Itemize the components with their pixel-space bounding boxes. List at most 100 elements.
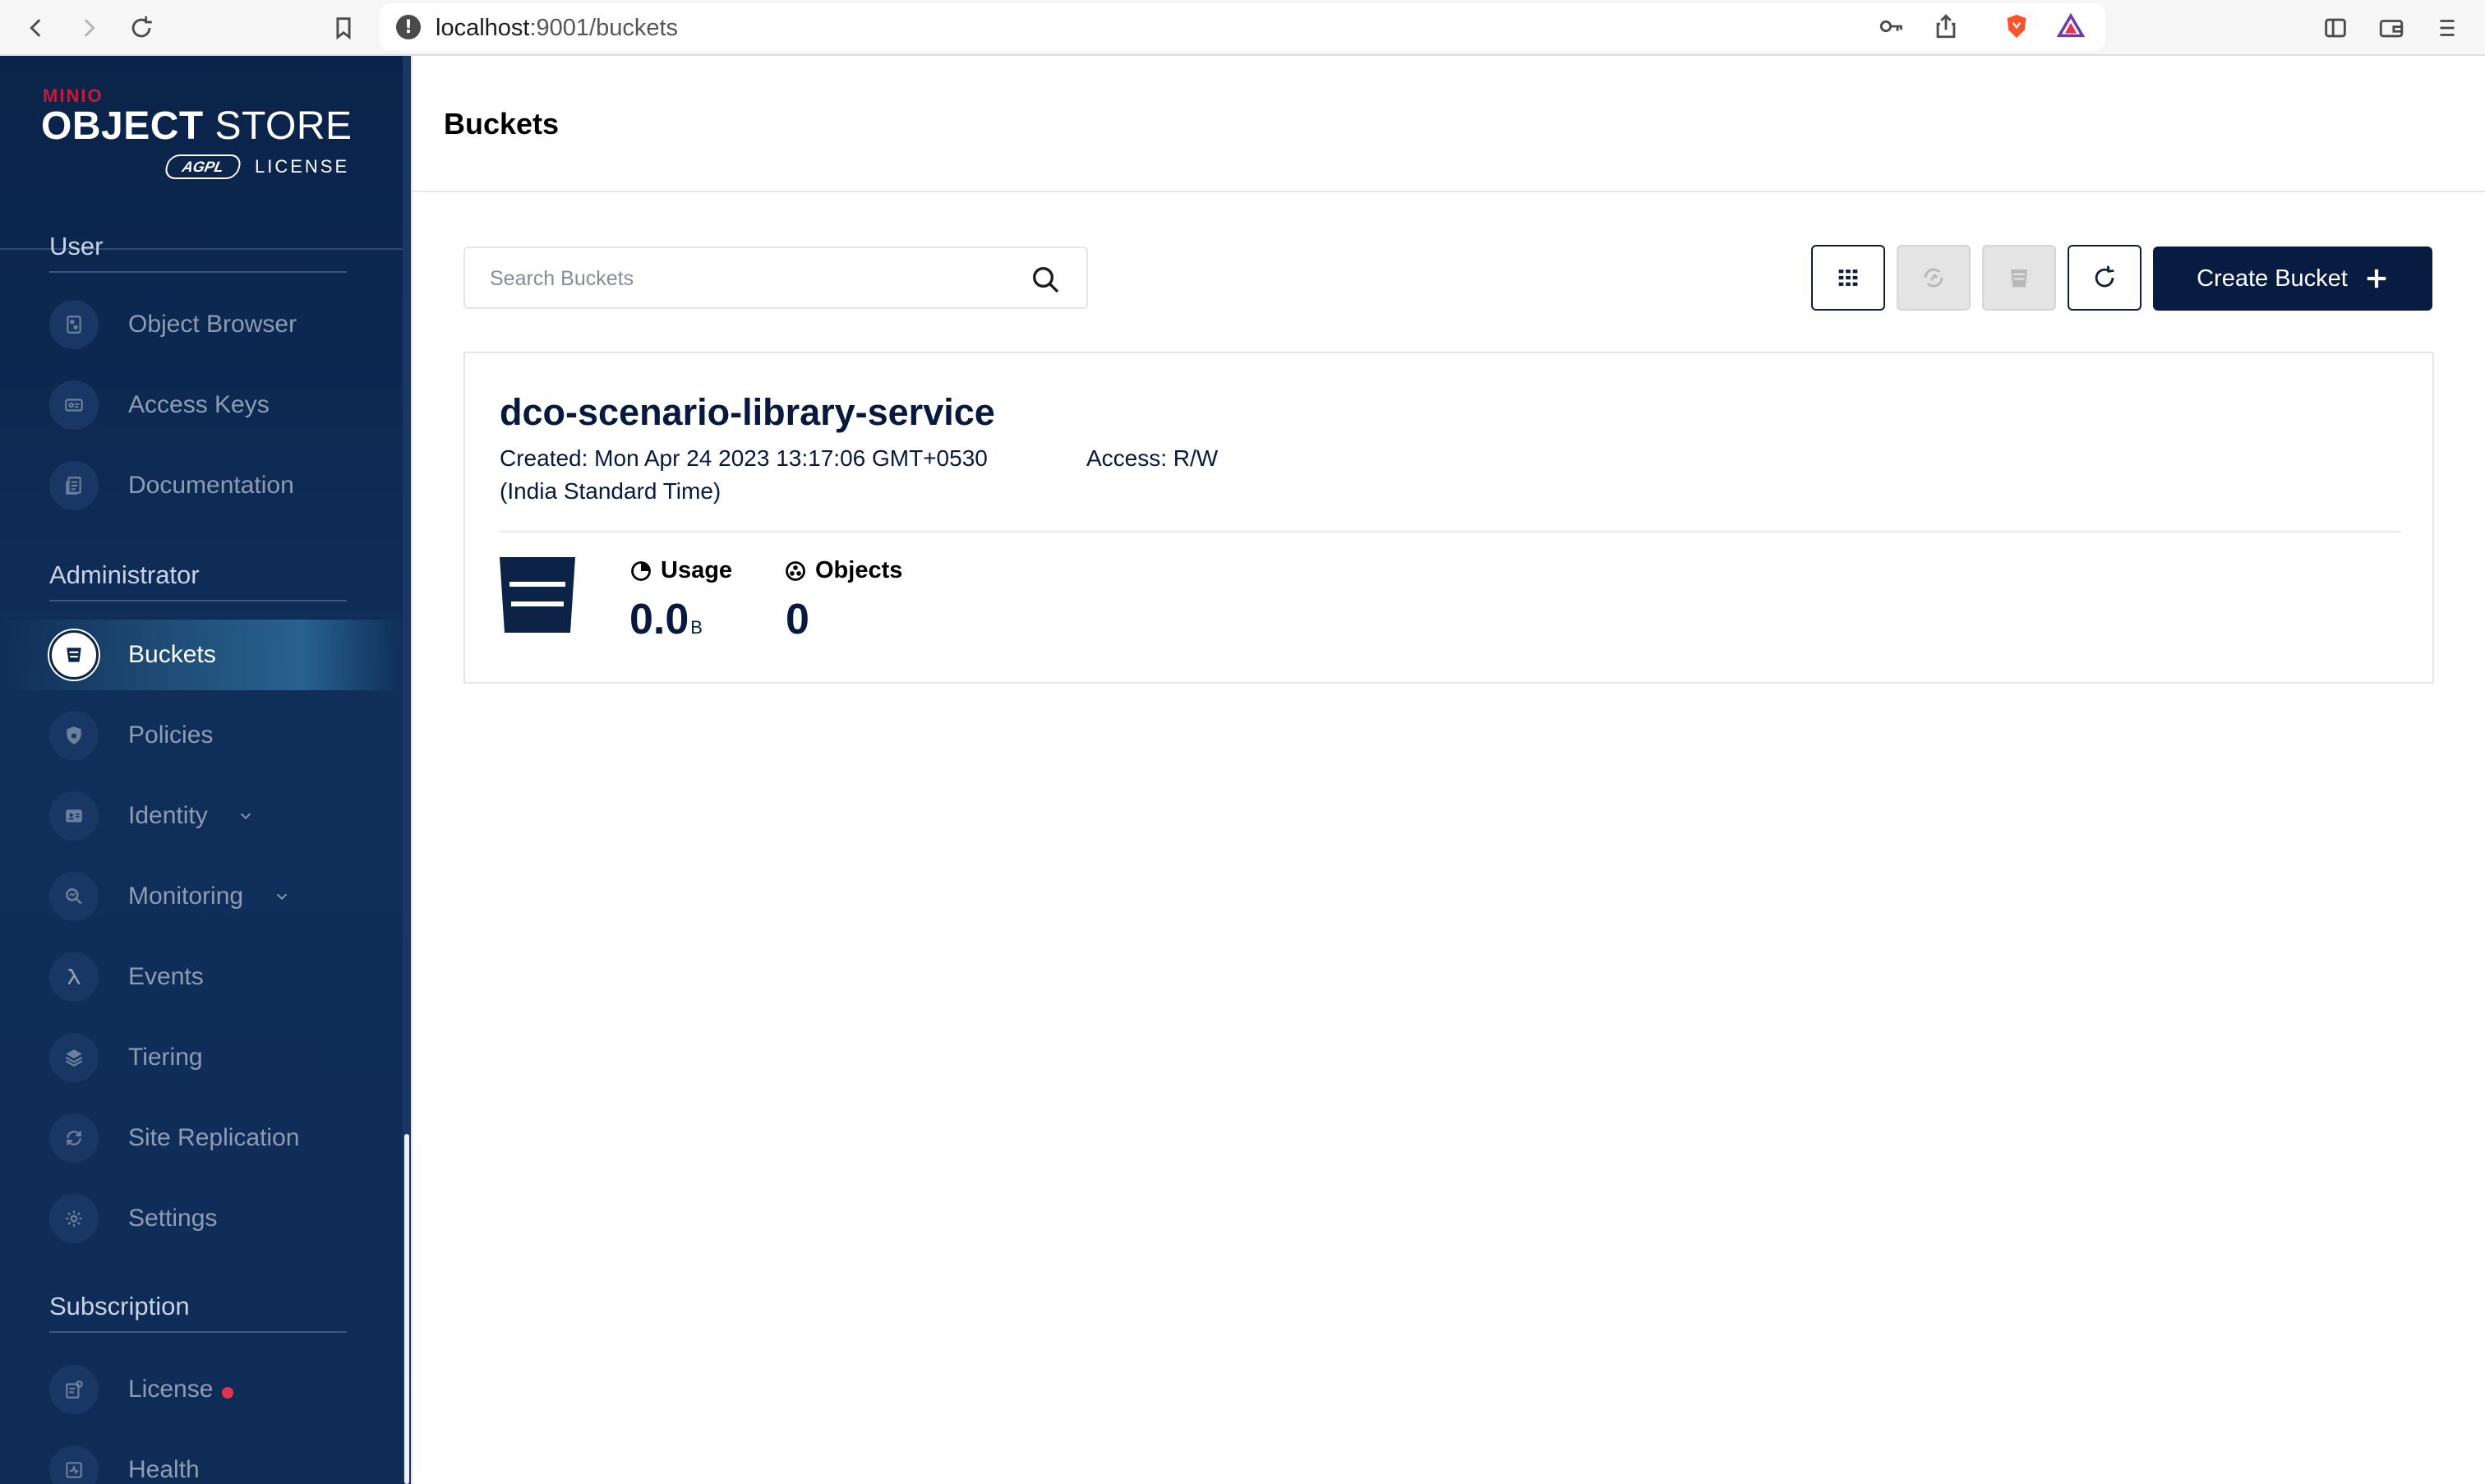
objects-label: Objects — [815, 557, 903, 583]
sidebar-item-label: Buckets — [128, 641, 216, 668]
sidebar-item-label: Monitoring — [128, 883, 244, 910]
chevron-down-icon[interactable] — [237, 807, 255, 825]
info-icon[interactable]: ! — [396, 15, 421, 39]
shield-icon — [49, 711, 99, 760]
sidebar-item-label: Site Replication — [128, 1124, 300, 1151]
sidebar-item-buckets[interactable]: Buckets — [0, 620, 403, 690]
replication-icon — [1924, 268, 1943, 288]
sidebar-item-monitoring[interactable]: Monitoring — [0, 861, 403, 932]
menu-icon[interactable] — [2427, 8, 2467, 48]
key-icon[interactable] — [1872, 7, 1911, 46]
url-host: localhost — [436, 15, 530, 41]
sidebar-item-label: Policies — [128, 721, 214, 749]
page-title: Buckets — [444, 107, 560, 141]
sidebar-item-health[interactable]: Health — [0, 1435, 403, 1484]
logo-product-rest: STORE — [203, 104, 353, 148]
sidebar-item-tiering[interactable]: Tiering — [0, 1022, 403, 1093]
health-icon — [49, 1445, 99, 1484]
usage-number: 0.0 — [629, 596, 689, 643]
objects-value: 0 — [786, 596, 809, 643]
identity-icon — [49, 791, 99, 841]
sidebar-scrollbar-thumb[interactable] — [404, 1134, 409, 1484]
license-alert-dot — [222, 1387, 233, 1399]
section-divider — [49, 600, 347, 601]
create-bucket-button[interactable]: Create Bucket — [2153, 247, 2432, 311]
search-input[interactable] — [490, 260, 1016, 297]
pie-chart-icon — [631, 560, 651, 581]
objects-title: Objects — [784, 557, 902, 584]
object-browser-icon — [49, 300, 99, 349]
sidebar-edge — [411, 56, 413, 1484]
sidebar-toggle-icon[interactable] — [2316, 8, 2355, 48]
grid-icon — [1838, 270, 1858, 286]
sidebar-item-site-replication[interactable]: Site Replication — [0, 1103, 403, 1173]
bucket-card[interactable]: dco-scenario-library-service Created: Mo… — [463, 352, 2434, 684]
usage-unit: B — [690, 617, 703, 638]
sidebar-item-policies[interactable]: Policies — [0, 700, 403, 771]
wallet-icon[interactable] — [2372, 8, 2411, 48]
replication-icon — [49, 1113, 99, 1163]
sidebar-item-label: Identity — [128, 802, 208, 829]
sidebar-item-label: Settings — [128, 1205, 218, 1232]
section-subscription: Subscription — [49, 1292, 190, 1320]
url-path: :9001/buckets — [529, 15, 679, 41]
sidebar-item-events[interactable]: Events — [0, 942, 403, 1012]
share-icon[interactable] — [1926, 7, 1966, 46]
sidebar-item-documentation[interactable]: Documentation — [0, 450, 403, 521]
refresh-button[interactable] — [2068, 245, 2142, 311]
section-administrator: Administrator — [49, 560, 200, 589]
section-divider — [49, 271, 347, 273]
usage-value: 0.0B — [629, 595, 703, 644]
url-text[interactable]: localhost:9001/buckets — [436, 15, 678, 42]
minio-logo[interactable]: MINIO OBJECT STORE AGPL LICENSE — [41, 81, 362, 179]
brave-shield-icon[interactable] — [1997, 7, 2036, 46]
card-divider — [500, 531, 2401, 532]
logo-license: LICENSE — [255, 156, 350, 177]
sidebar-item-identity[interactable]: Identity — [0, 781, 403, 851]
sidebar-item-object-browser[interactable]: Object Browser — [0, 289, 403, 360]
list-view-button[interactable] — [1811, 245, 1885, 311]
sidebar: MINIO OBJECT STORE AGPL LICENSE User Obj… — [0, 56, 403, 1484]
sidebar-item-label: Access Keys — [128, 391, 270, 418]
brave-rewards-icon[interactable] — [2051, 7, 2091, 46]
bookmark-icon[interactable] — [324, 8, 363, 48]
sidebar-item-access-keys[interactable]: Access Keys — [0, 370, 403, 440]
create-bucket-label: Create Bucket — [2197, 265, 2348, 292]
search-box[interactable] — [463, 247, 1088, 309]
refresh-icon — [2095, 265, 2114, 288]
sidebar-item-label: Tiering — [128, 1044, 203, 1071]
documentation-icon — [49, 461, 99, 510]
access-keys-icon — [49, 380, 99, 430]
plus-icon — [2367, 269, 2386, 288]
bucket-access: Access: R/W — [1086, 445, 1219, 471]
browser-toolbar: ! localhost:9001/buckets — [0, 0, 2485, 56]
search-icon[interactable] — [1029, 263, 1062, 296]
back-icon[interactable] — [16, 8, 56, 48]
section-divider — [49, 1331, 347, 1333]
page-header: Buckets — [413, 56, 2485, 192]
logo-product: OBJECT STORE — [41, 104, 353, 149]
bucket-icon — [49, 630, 99, 680]
address-bar[interactable]: ! localhost:9001/buckets — [380, 3, 2105, 51]
sidebar-item-label: License — [128, 1376, 214, 1403]
logo-product-bold: OBJECT — [41, 104, 204, 148]
lifecycle-button[interactable] — [1982, 245, 2056, 311]
forward-icon[interactable] — [69, 8, 108, 48]
sidebar-item-label: Health — [128, 1456, 200, 1483]
sidebar-item-settings[interactable]: Settings — [0, 1183, 403, 1254]
bucket-icon — [500, 557, 575, 633]
lambda-icon — [49, 952, 99, 1002]
bucket-name[interactable]: dco-scenario-library-service — [500, 391, 995, 434]
replication-button[interactable] — [1897, 245, 1971, 311]
gear-icon — [49, 1194, 99, 1243]
objects-icon — [786, 560, 805, 581]
agpl-badge: AGPL — [163, 154, 243, 179]
sidebar-item-license[interactable]: License — [0, 1354, 403, 1425]
chevron-down-icon[interactable] — [273, 887, 291, 906]
section-user: User — [49, 232, 104, 260]
usage-label: Usage — [661, 557, 733, 583]
usage-title: Usage — [629, 557, 732, 584]
sidebar-item-label: Documentation — [128, 472, 294, 499]
reload-icon[interactable] — [122, 8, 161, 48]
sidebar-item-label: Object Browser — [128, 311, 297, 338]
